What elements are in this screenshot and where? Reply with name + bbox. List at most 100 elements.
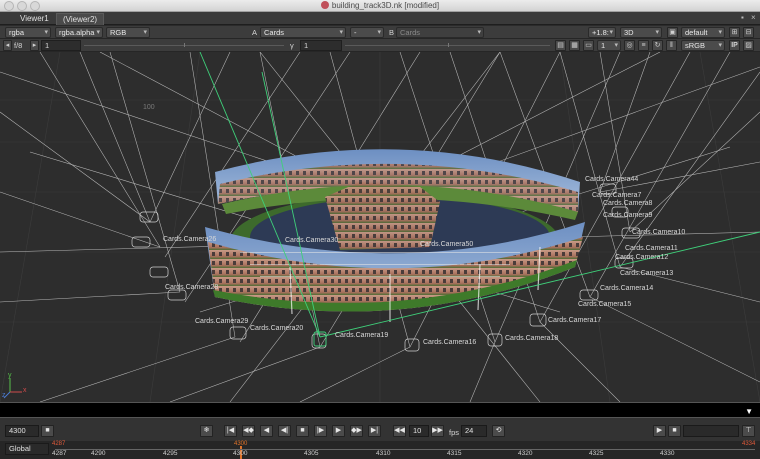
- fstop-down-icon[interactable]: ◂: [3, 40, 12, 51]
- tab-viewer1[interactable]: Viewer1: [14, 13, 55, 25]
- gain-field[interactable]: 1: [41, 40, 81, 51]
- current-frame-field[interactable]: 4300: [5, 425, 39, 437]
- next-frame-icon[interactable]: ▶: [332, 425, 345, 437]
- timeline-tick: 4290: [91, 450, 106, 457]
- step-forward-icon[interactable]: ▶▶: [431, 425, 444, 437]
- input-a-dropdown[interactable]: Cards: [260, 27, 346, 38]
- window-title-text: building_track3D.nk [modified]: [331, 1, 440, 10]
- tab-viewer2[interactable]: (Viewer2): [56, 13, 105, 25]
- proxy-dropdown[interactable]: 1: [597, 40, 621, 51]
- camera-label[interactable]: Cards.Camera28: [165, 284, 218, 291]
- range-mode-dropdown[interactable]: Global: [5, 443, 49, 455]
- step-increment-field[interactable]: 10: [409, 425, 429, 437]
- frame-range-lock-icon[interactable]: ⊤: [742, 425, 755, 437]
- camera-label[interactable]: Cards.Camera9: [603, 212, 652, 219]
- camera-label[interactable]: Cards.Camera16: [423, 339, 476, 346]
- input-b-label: B: [389, 28, 395, 37]
- stop-icon[interactable]: ■: [296, 425, 309, 437]
- camera-label[interactable]: Cards.Camera18: [505, 335, 558, 342]
- previous-keyframe-icon[interactable]: ◀◆: [242, 425, 255, 437]
- timeline-tick: 4295: [163, 450, 178, 457]
- input-b-dropdown[interactable]: Cards: [396, 27, 484, 38]
- camera-label[interactable]: Cards.Camera8: [603, 200, 652, 207]
- grid-scale-label: 100: [143, 104, 155, 111]
- display-channel-dropdown[interactable]: RGB: [106, 27, 150, 38]
- view-mode-dropdown[interactable]: 3D: [620, 27, 662, 38]
- gamma-label: γ: [290, 41, 294, 50]
- frame-range-stop-icon[interactable]: ■: [668, 425, 681, 437]
- camera-label[interactable]: Cards.Camera10: [632, 229, 685, 236]
- step-back-icon[interactable]: ◀◀: [393, 425, 406, 437]
- layout-grid-icon[interactable]: ⊞: [729, 27, 740, 38]
- play-backward-icon[interactable]: ◀|: [278, 425, 291, 437]
- fstop-up-icon[interactable]: ▸: [30, 40, 39, 51]
- loop-mode-icon[interactable]: ⟲: [492, 425, 505, 437]
- pane-close-icon[interactable]: ×: [751, 13, 756, 22]
- camera-label[interactable]: Cards.Camera50: [420, 241, 473, 248]
- camera-label[interactable]: Cards.Camera11: [625, 245, 678, 252]
- pause-icon[interactable]: ‖: [666, 40, 677, 51]
- camera-label[interactable]: Cards.Camera12: [615, 254, 668, 261]
- axis-y-label: y: [8, 372, 12, 379]
- center-building: [325, 182, 440, 250]
- timeline-tick: 4305: [304, 450, 319, 457]
- timeline-tick: 4300: [233, 450, 248, 457]
- stripes-icon[interactable]: ▨: [743, 40, 754, 51]
- camera-label[interactable]: Cards.Camera26: [163, 236, 216, 243]
- pane-menu-icon[interactable]: ▪: [741, 13, 744, 22]
- timeline[interactable]: Global 4287 4300 4334 4287 4290 4295 430…: [0, 441, 760, 459]
- axis-x-label: x: [23, 387, 27, 394]
- camera-label[interactable]: Cards.Camera44: [585, 176, 638, 183]
- next-keyframe-icon[interactable]: ◆▶: [350, 425, 363, 437]
- zoom-dropdown[interactable]: +1.8:: [588, 27, 616, 38]
- lines-icon[interactable]: ≡: [638, 40, 649, 51]
- timeline-start-marker[interactable]: 4287: [52, 441, 65, 447]
- region-icon[interactable]: ▦: [569, 40, 580, 51]
- fps-field[interactable]: 24: [461, 425, 487, 437]
- camera-label[interactable]: Cards.Camera30: [285, 237, 338, 244]
- playback-controls: 4300 ■ ❄ |◀ ◀◆ ◀ ◀| ■ |▶ ▶ ◆▶ ▶| ◀◀ 10 ▶…: [0, 418, 760, 441]
- camera-label[interactable]: Cards.Camera13: [620, 270, 673, 277]
- camera-label[interactable]: Cards.Camera14: [600, 285, 653, 292]
- proxy-icon[interactable]: ▭: [583, 40, 594, 51]
- zebra-icon[interactable]: ▤: [555, 40, 566, 51]
- lut-dropdown[interactable]: sRGB: [681, 40, 725, 51]
- camera-label[interactable]: Cards.Camera19: [335, 332, 388, 339]
- gamma-field[interactable]: 1: [300, 40, 342, 51]
- camera-label[interactable]: Cards.Camera15: [578, 301, 631, 308]
- axis-gizmo: [3, 378, 22, 399]
- roi-icon[interactable]: ◎: [624, 40, 635, 51]
- timeline-tick: 4315: [447, 450, 462, 457]
- input-process-button[interactable]: IP: [729, 40, 740, 51]
- layout-split-icon[interactable]: ⊟: [743, 27, 754, 38]
- camera-label[interactable]: Cards.Camera7: [592, 192, 641, 199]
- camera-icon[interactable]: ▣: [667, 27, 678, 38]
- window-title: building_track3D.nk [modified]: [0, 1, 760, 10]
- camera-label[interactable]: Cards.Camera20: [250, 325, 303, 332]
- camera-label[interactable]: Cards.Camera29: [195, 318, 248, 325]
- composite-op-dropdown[interactable]: -: [350, 27, 384, 38]
- play-forward-icon[interactable]: |▶: [314, 425, 327, 437]
- previous-frame-icon[interactable]: ◀: [260, 425, 273, 437]
- fstop-label[interactable]: f/8: [14, 41, 22, 50]
- frame-range-field[interactable]: [683, 425, 739, 437]
- document-icon: [320, 1, 329, 9]
- info-bar-toggle-icon[interactable]: ▼: [745, 407, 753, 416]
- camera-label[interactable]: Cards.Camera17: [548, 317, 601, 324]
- playback-settings-icon[interactable]: ❄: [200, 425, 213, 437]
- frame-range-play-icon[interactable]: ▶: [653, 425, 666, 437]
- goto-start-icon[interactable]: |◀: [224, 425, 237, 437]
- channels-dropdown[interactable]: rgba: [5, 27, 51, 38]
- axis-z-label: z: [2, 392, 6, 399]
- timeline-tick: 4287: [52, 450, 67, 457]
- viewer-toolbar-bottom: ◂ f/8 ▸ 1 γ 1 ▤ ▦ ▭ 1 ◎ ≡ ↻ ‖ sRGB IP ▨: [0, 39, 760, 52]
- goto-end-icon[interactable]: ▶|: [368, 425, 381, 437]
- lock-icon[interactable]: ■: [41, 425, 54, 437]
- viewer-preset-dropdown[interactable]: default: [681, 27, 725, 38]
- timeline-tick: 4310: [376, 450, 391, 457]
- timeline-end-marker[interactable]: 4334: [742, 441, 755, 447]
- viewer-3d-viewport[interactable]: 100 Cards.Camera44 Cards.Camera7 Cards.C…: [0, 52, 760, 402]
- alpha-channel-dropdown[interactable]: rgba.alpha: [55, 27, 103, 38]
- viewer-tabbar: Viewer1 (Viewer2) ▪ ×: [0, 12, 760, 25]
- refresh-icon[interactable]: ↻: [652, 40, 663, 51]
